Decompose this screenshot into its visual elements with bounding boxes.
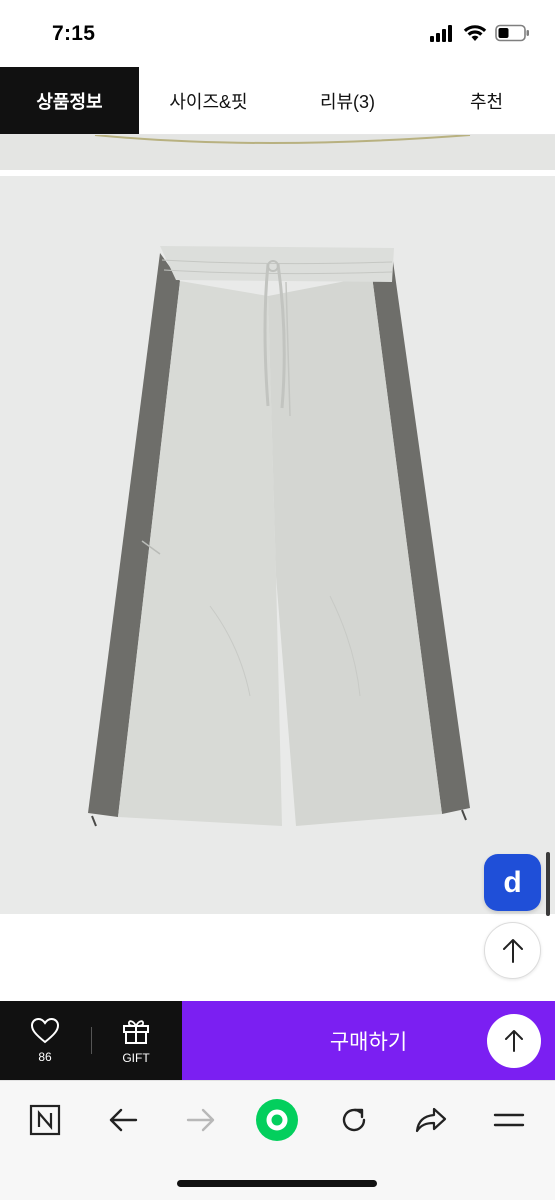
forward-arrow-icon bbox=[186, 1108, 215, 1132]
arrow-up-icon bbox=[505, 1030, 523, 1052]
heart-icon bbox=[30, 1017, 60, 1044]
share-icon bbox=[415, 1107, 447, 1133]
purchase-bar: 86 GIFT 구매하기 bbox=[0, 1001, 555, 1080]
menu-icon bbox=[493, 1113, 525, 1127]
like-count: 86 bbox=[38, 1050, 52, 1064]
buy-label: 구매하기 bbox=[329, 1030, 408, 1054]
tab-size-fit[interactable]: 사이즈&핏 bbox=[139, 67, 278, 134]
tab-recommend[interactable]: 추천 bbox=[417, 67, 555, 134]
arrow-up-icon bbox=[502, 938, 523, 963]
d-app-badge[interactable]: d bbox=[484, 854, 541, 911]
product-tab-bar: 상품정보 사이즈&핏 리뷰(3) 추천 bbox=[0, 67, 555, 135]
like-button[interactable]: 86 bbox=[0, 1001, 90, 1080]
forward-button[interactable] bbox=[178, 1097, 224, 1143]
home-indicator bbox=[177, 1180, 377, 1187]
home-button[interactable] bbox=[254, 1097, 300, 1143]
gift-icon bbox=[123, 1019, 149, 1044]
reload-button[interactable] bbox=[331, 1097, 377, 1143]
gift-label: GIFT bbox=[122, 1050, 150, 1065]
home-circle-icon bbox=[256, 1099, 298, 1141]
menu-button[interactable] bbox=[486, 1097, 532, 1143]
scroll-top-button[interactable] bbox=[484, 922, 541, 979]
naver-button[interactable] bbox=[22, 1097, 68, 1143]
share-button[interactable] bbox=[408, 1097, 454, 1143]
back-arrow-icon bbox=[109, 1108, 138, 1132]
gift-button[interactable]: GIFT bbox=[90, 1001, 182, 1080]
purchase-left-panel: 86 GIFT bbox=[0, 1001, 182, 1080]
d-badge-letter: d bbox=[503, 865, 522, 899]
status-bar: 7:15 bbox=[0, 0, 555, 68]
screen: 7:15 상품정보 사이즈&핏 리뷰(3) 추천 d 86 GIFT 구매하기 bbox=[0, 0, 555, 1200]
scrollbar[interactable] bbox=[546, 852, 550, 916]
back-button[interactable] bbox=[100, 1097, 146, 1143]
signal-icon bbox=[430, 25, 452, 42]
status-icons bbox=[429, 24, 531, 42]
battery-icon bbox=[495, 24, 529, 42]
purchase-divider bbox=[91, 1027, 92, 1054]
buy-button[interactable]: 구매하기 bbox=[182, 1001, 555, 1080]
tab-reviews[interactable]: 리뷰(3) bbox=[278, 67, 417, 134]
wifi-icon bbox=[463, 25, 487, 41]
previous-image-strip bbox=[0, 135, 555, 170]
tab-product-info[interactable]: 상품정보 bbox=[0, 67, 139, 134]
scroll-top-button-2[interactable] bbox=[487, 1014, 541, 1068]
reload-icon bbox=[342, 1108, 366, 1132]
wide-nylon-pants-image bbox=[0, 176, 555, 914]
white-spacer bbox=[0, 914, 555, 1001]
naver-n-icon bbox=[29, 1104, 61, 1136]
status-time: 7:15 bbox=[52, 22, 96, 45]
